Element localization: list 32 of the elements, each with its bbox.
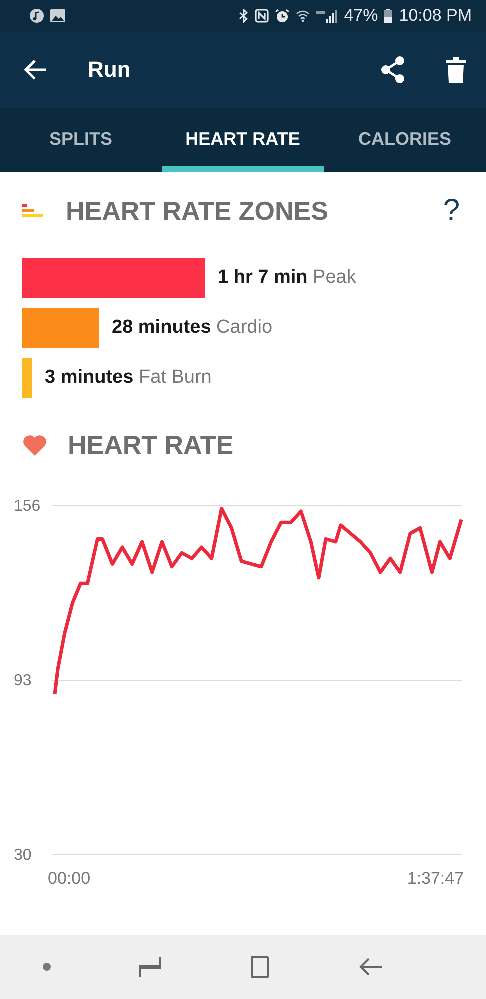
- y-tick-label: 156: [14, 498, 41, 515]
- battery-percent: 47%: [344, 6, 378, 26]
- y-tick-label: 30: [14, 847, 32, 864]
- zone-label: 28 minutes Cardio: [112, 317, 273, 339]
- screen-title: Run: [88, 57, 131, 83]
- music-icon: [30, 9, 44, 23]
- alarm-icon: [275, 8, 290, 24]
- section-title: HEART RATE ZONES: [66, 196, 328, 226]
- tab[interactable]: HEART RATE: [162, 108, 324, 172]
- nfc-icon: [255, 9, 270, 23]
- tab[interactable]: CALORIES: [324, 108, 486, 172]
- section-title: HEART RATE: [68, 430, 234, 461]
- signal-icon: [316, 9, 338, 23]
- trash-icon: [446, 57, 466, 83]
- clock-time: 10:08 PM: [399, 6, 472, 26]
- help-button[interactable]: ?: [443, 194, 460, 228]
- dot-icon: [43, 963, 52, 971]
- x-tick-label: 1:37:47: [407, 869, 464, 888]
- battery-icon: [384, 8, 394, 24]
- zone-label: 3 minutes Fat Burn: [45, 367, 212, 389]
- image-icon: [50, 9, 66, 23]
- y-tick-label: 93: [14, 672, 32, 690]
- heart-icon: [22, 434, 48, 456]
- zone-label: 1 hr 7 min Peak: [218, 267, 356, 289]
- zones-icon: [22, 204, 44, 218]
- bluetooth-icon: [239, 9, 250, 23]
- recent-apps-button[interactable]: [138, 955, 162, 979]
- wifi-icon: [296, 9, 310, 23]
- x-tick-label: 00:00: [48, 869, 91, 888]
- tab[interactable]: SPLITS: [0, 108, 162, 172]
- share-icon: [380, 56, 406, 84]
- back-arrow-icon: [24, 59, 48, 81]
